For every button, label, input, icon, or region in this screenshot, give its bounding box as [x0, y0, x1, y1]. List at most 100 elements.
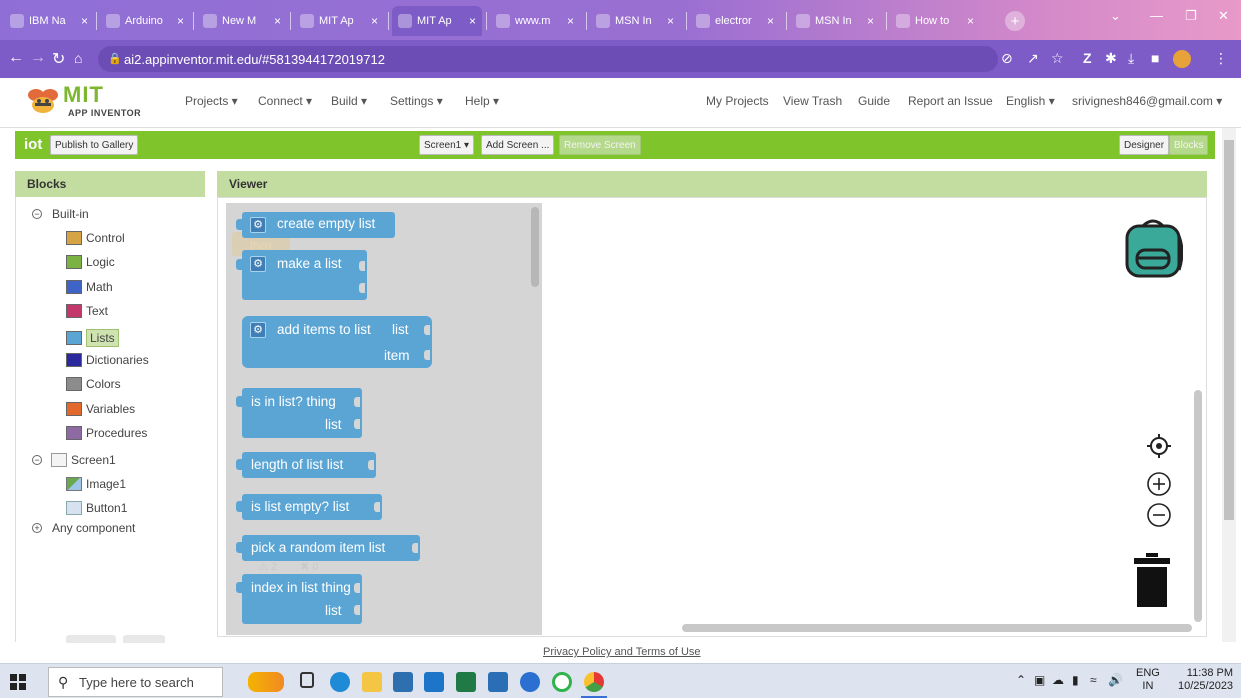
- back-icon[interactable]: ←: [8, 49, 24, 67]
- zoom-in-icon[interactable]: [1146, 471, 1172, 497]
- drawer-math[interactable]: Math: [66, 279, 113, 294]
- drawer-logic[interactable]: Logic: [66, 255, 115, 270]
- index-in-list-block[interactable]: index in list thing list: [242, 574, 362, 624]
- share-icon[interactable]: ↗: [1027, 50, 1039, 67]
- drawer-control[interactable]: Control: [66, 231, 125, 245]
- maximize-icon[interactable]: ❐: [1185, 8, 1197, 24]
- designer-button[interactable]: Designer: [1119, 135, 1170, 155]
- drawer-dictionaries[interactable]: Dictionaries: [66, 353, 149, 367]
- is-list-empty-block[interactable]: is list empty? list: [242, 494, 382, 520]
- drawer-lists[interactable]: Lists: [66, 328, 119, 347]
- close-tab-icon[interactable]: ×: [371, 14, 378, 28]
- trash-icon[interactable]: [1134, 553, 1170, 607]
- extensions-puzzle-icon[interactable]: ✱: [1105, 50, 1117, 67]
- warning-counter[interactable]: ⚠ 2: [258, 560, 277, 573]
- account-menu[interactable]: srivignesh846@gmail.com ▾: [1072, 94, 1222, 108]
- menu-connect[interactable]: Connect ▾: [258, 94, 312, 108]
- bookmark-star-icon[interactable]: ☆: [1051, 50, 1064, 67]
- drawer-text[interactable]: Text: [66, 304, 108, 319]
- side-panel-icon[interactable]: ■: [1151, 50, 1159, 66]
- center-workspace-icon[interactable]: [1146, 433, 1172, 459]
- language-menu[interactable]: English ▾: [1006, 94, 1055, 108]
- zoom-out-icon[interactable]: [1146, 502, 1172, 528]
- close-tab-icon[interactable]: ×: [81, 14, 88, 28]
- backpack-icon[interactable]: [1123, 214, 1183, 278]
- close-tab-icon[interactable]: ×: [767, 14, 774, 28]
- task-view-icon[interactable]: [300, 672, 314, 688]
- language-indicator[interactable]: ENG IN: [1136, 667, 1160, 693]
- battery-icon[interactable]: ▮: [1072, 673, 1079, 687]
- length-of-list-block[interactable]: length of list list: [242, 452, 376, 478]
- widgets-icon[interactable]: [248, 672, 284, 692]
- reload-icon[interactable]: ↻: [52, 49, 65, 69]
- tray-chevron-icon[interactable]: ⌃: [1016, 673, 1026, 687]
- make-a-list-block[interactable]: ⚙ make a list: [242, 250, 367, 300]
- word-icon[interactable]: [488, 672, 508, 692]
- drawer-procedures[interactable]: Procedures: [66, 426, 147, 441]
- page-scrollbar[interactable]: [1224, 140, 1234, 520]
- new-tab-button[interactable]: +: [1005, 11, 1025, 31]
- image1-tree-item[interactable]: Image1: [66, 477, 126, 491]
- create-empty-list-block[interactable]: ⚙ create empty list: [242, 212, 395, 238]
- guide-link[interactable]: Guide: [858, 94, 890, 108]
- browser-tab[interactable]: Arduino ×: [100, 9, 190, 33]
- taskbar-search-box[interactable]: ⚲ Type here to search: [48, 667, 223, 697]
- volume-icon[interactable]: 🔊: [1108, 673, 1123, 687]
- windows-start-icon[interactable]: [10, 674, 26, 690]
- browser-tab[interactable]: New M ×: [197, 9, 287, 33]
- screen-select-button[interactable]: Screen1 ▾: [419, 135, 475, 155]
- browser-tab[interactable]: electror ×: [690, 9, 780, 33]
- home-icon[interactable]: ⌂: [74, 50, 82, 66]
- tab-search-icon[interactable]: ⌄: [1110, 8, 1121, 24]
- collapse-icon[interactable]: −: [32, 209, 42, 219]
- close-tab-icon[interactable]: ×: [567, 14, 574, 28]
- add-screen-button[interactable]: Add Screen ...: [481, 135, 555, 155]
- tray-cloud-icon[interactable]: ☁: [1052, 673, 1064, 687]
- mutator-gear-icon[interactable]: ⚙: [250, 217, 266, 233]
- close-tab-icon[interactable]: ×: [667, 14, 674, 28]
- excel-icon[interactable]: [456, 672, 476, 692]
- publish-to-gallery-button[interactable]: Publish to Gallery: [50, 135, 139, 155]
- button1-tree-item[interactable]: Button1: [66, 501, 127, 515]
- browser-tab[interactable]: MSN In ×: [590, 9, 680, 33]
- kebab-menu-icon[interactable]: ⋮: [1214, 50, 1228, 67]
- browser-tab[interactable]: How to ×: [890, 9, 980, 33]
- report-issue-link[interactable]: Report an Issue: [908, 94, 993, 108]
- edge-browser-icon[interactable]: [330, 672, 350, 692]
- minimize-icon[interactable]: —: [1150, 8, 1163, 23]
- mutator-gear-icon[interactable]: ⚙: [250, 322, 266, 338]
- my-projects-link[interactable]: My Projects: [706, 94, 769, 108]
- expand-icon[interactable]: +: [32, 523, 42, 533]
- clock[interactable]: 11:38 PM 10/25/2023: [1178, 667, 1233, 693]
- panel-button-stub[interactable]: [66, 635, 116, 643]
- builtin-tree-node[interactable]: − Built-in: [32, 207, 89, 221]
- address-bar[interactable]: 🔒 ai2.appinventor.mit.edu/#5813944172019…: [98, 46, 998, 72]
- drawer-variables[interactable]: Variables: [66, 401, 135, 416]
- browser-tab[interactable]: IBM Na ×: [4, 9, 94, 33]
- tray-app-icon[interactable]: ▣: [1034, 673, 1045, 687]
- menu-settings[interactable]: Settings ▾: [390, 94, 443, 108]
- screen1-tree-node[interactable]: − Screen1: [32, 453, 116, 467]
- panel-button-stub[interactable]: [123, 635, 165, 643]
- menu-build[interactable]: Build ▾: [331, 94, 367, 108]
- close-tab-icon[interactable]: ×: [469, 14, 476, 28]
- blocks-button[interactable]: Blocks: [1169, 135, 1209, 155]
- browser-tab[interactable]: MSN In ×: [790, 9, 880, 33]
- flyout-scrollbar[interactable]: [531, 207, 539, 287]
- app-icon[interactable]: [552, 672, 572, 692]
- drawer-colors[interactable]: Colors: [66, 377, 121, 392]
- browser-tab[interactable]: MIT Ap ×: [294, 9, 384, 33]
- collapse-icon[interactable]: −: [32, 455, 42, 465]
- eye-off-icon[interactable]: ⊘: [1001, 50, 1013, 67]
- extension-z-icon[interactable]: Z: [1083, 50, 1092, 66]
- close-tab-icon[interactable]: ×: [274, 14, 281, 28]
- menu-projects[interactable]: Projects ▾: [185, 94, 238, 108]
- wifi-icon[interactable]: ≈: [1090, 673, 1097, 687]
- app-icon[interactable]: [520, 672, 540, 692]
- mutator-gear-icon[interactable]: ⚙: [250, 256, 266, 272]
- mit-app-inventor-logo[interactable]: MIT APP INVENTOR: [26, 82, 151, 124]
- close-tab-icon[interactable]: ×: [967, 14, 974, 28]
- store-icon[interactable]: [393, 672, 413, 692]
- add-items-to-list-block[interactable]: ⚙ add items to list list item: [242, 316, 432, 368]
- browser-tab[interactable]: www.m ×: [490, 9, 580, 33]
